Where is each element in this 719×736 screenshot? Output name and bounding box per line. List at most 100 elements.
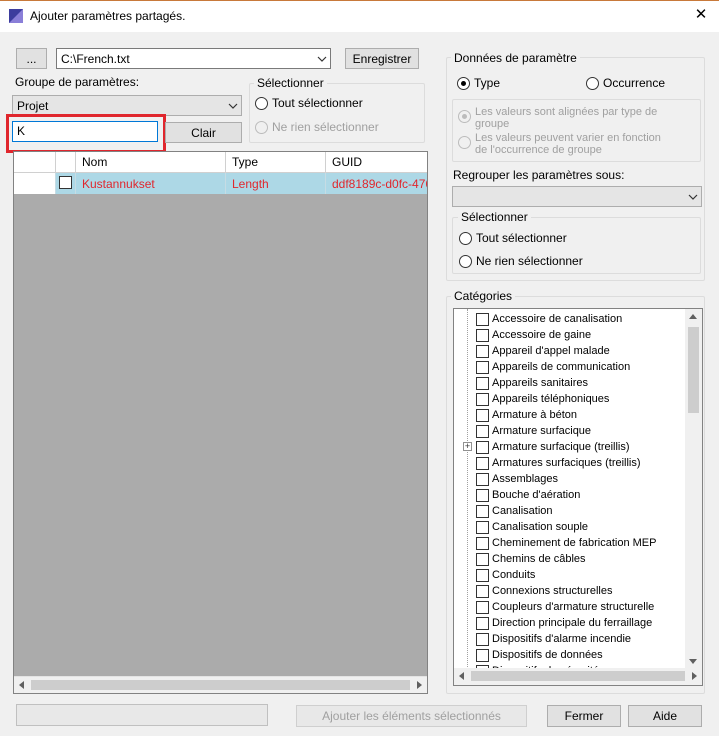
- occurrence-radio[interactable]: Occurrence: [586, 76, 665, 90]
- checkbox[interactable]: [476, 632, 489, 646]
- category-item[interactable]: Chemins de câbles: [476, 551, 586, 567]
- column-header-name[interactable]: Nom: [76, 152, 226, 172]
- checkbox[interactable]: [476, 376, 489, 390]
- help-button[interactable]: Aide: [628, 705, 702, 727]
- category-item[interactable]: Bouche d'aération: [476, 487, 580, 503]
- categories-list[interactable]: Accessoire de canalisation Accessoire de …: [453, 308, 703, 686]
- category-item[interactable]: Canalisation: [476, 503, 553, 519]
- checkbox[interactable]: [476, 648, 489, 662]
- select-none-right-radio[interactable]: Ne rien sélectionner: [459, 254, 583, 268]
- scroll-up-icon[interactable]: [689, 314, 697, 319]
- category-item[interactable]: Accessoire de canalisation: [476, 311, 622, 327]
- vary-by-occurrence-radio[interactable]: Les valeurs peuvent varier en fonction de…: [458, 132, 661, 156]
- param-group-combo[interactable]: Projet: [12, 95, 242, 116]
- scroll-left-icon[interactable]: [19, 681, 24, 689]
- scroll-right-icon[interactable]: [417, 681, 422, 689]
- search-input[interactable]: K: [12, 121, 158, 142]
- checkbox[interactable]: [476, 504, 489, 518]
- checkbox[interactable]: [476, 312, 489, 326]
- grid-header: Nom Type GUID: [14, 152, 427, 173]
- category-item[interactable]: Accessoire de gaine: [476, 327, 591, 343]
- category-item[interactable]: Direction principale du ferraillage: [476, 615, 652, 631]
- radio-icon: [586, 76, 599, 90]
- category-item[interactable]: Dispositifs d'alarme incendie: [476, 631, 631, 647]
- scroll-left-icon[interactable]: [459, 672, 464, 680]
- category-item[interactable]: Armatures surfaciques (treillis): [476, 455, 641, 471]
- checkbox[interactable]: [476, 600, 489, 614]
- close-button[interactable]: Fermer: [547, 705, 621, 727]
- checkbox[interactable]: [476, 456, 489, 470]
- type-radio[interactable]: Type: [457, 76, 500, 90]
- scroll-right-icon[interactable]: [692, 672, 697, 680]
- category-item[interactable]: Appareils téléphoniques: [476, 391, 609, 407]
- scrollbar-thumb[interactable]: [471, 671, 685, 681]
- row-header[interactable]: [14, 173, 56, 194]
- app-icon: [9, 9, 23, 23]
- scrollbar-thumb[interactable]: [688, 327, 699, 413]
- checkbox[interactable]: [59, 176, 72, 189]
- category-item[interactable]: Armature surfacique (treillis): [476, 439, 630, 455]
- category-label: Assemblages: [492, 473, 559, 485]
- file-path-combo[interactable]: C:\French.txt: [56, 48, 331, 69]
- select-all-right-radio[interactable]: Tout sélectionner: [459, 231, 567, 245]
- checkbox[interactable]: [476, 536, 489, 550]
- checkbox[interactable]: [476, 472, 489, 486]
- param-group-value: Projet: [17, 98, 49, 113]
- parameters-grid[interactable]: Nom Type GUID Kustannukset Length ddf818…: [13, 151, 428, 694]
- category-item[interactable]: Conduits: [476, 567, 535, 583]
- column-header-guid[interactable]: GUID: [326, 152, 427, 172]
- category-label: Appareils sanitaires: [492, 377, 588, 389]
- browse-button[interactable]: ...: [16, 48, 47, 69]
- checkbox[interactable]: [476, 328, 489, 342]
- checkbox[interactable]: [476, 552, 489, 566]
- categories-vertical-scrollbar[interactable]: [685, 309, 702, 669]
- checkbox[interactable]: [476, 408, 489, 422]
- group-under-combo[interactable]: [452, 186, 702, 207]
- category-item[interactable]: Connexions structurelles: [476, 583, 612, 599]
- category-label: Canalisation souple: [492, 521, 589, 533]
- category-item[interactable]: Cheminement de fabrication MEP: [476, 535, 656, 551]
- checkbox[interactable]: [476, 616, 489, 630]
- select-none-left-radio[interactable]: Ne rien sélectionner: [255, 120, 379, 134]
- aligned-by-type-radio[interactable]: Les valeurs sont alignées par type de gro…: [458, 106, 657, 130]
- category-item[interactable]: Appareils sanitaires: [476, 375, 588, 391]
- category-label: Dispositifs de données: [492, 649, 603, 661]
- checkbox[interactable]: [476, 440, 489, 454]
- category-label: Coupleurs d'armature structurelle: [492, 601, 655, 613]
- scrollbar-thumb[interactable]: [31, 680, 410, 690]
- category-item[interactable]: Armature surfacique: [476, 423, 591, 439]
- checkbox[interactable]: [476, 520, 489, 534]
- checkbox[interactable]: [476, 360, 489, 374]
- scroll-down-icon[interactable]: [689, 659, 697, 664]
- category-item[interactable]: Armature à béton: [476, 407, 577, 423]
- category-item[interactable]: Appareil d'appel malade: [476, 343, 610, 359]
- category-item[interactable]: Assemblages: [476, 471, 558, 487]
- checkbox[interactable]: [476, 488, 489, 502]
- row-checkbox-cell[interactable]: [56, 173, 76, 194]
- vary-text: Les valeurs peuvent varier en fonction de…: [475, 132, 661, 156]
- add-selected-button[interactable]: Ajouter les éléments sélectionnés: [296, 705, 527, 727]
- save-button[interactable]: Enregistrer: [345, 48, 419, 69]
- grid-horizontal-scrollbar[interactable]: [14, 676, 427, 693]
- category-label: Direction principale du ferraillage: [492, 617, 653, 629]
- clear-button[interactable]: Clair: [165, 122, 242, 143]
- chevron-down-icon: [688, 194, 698, 200]
- column-header-type[interactable]: Type: [226, 152, 326, 172]
- select-all-left-radio[interactable]: Tout sélectionner: [255, 96, 363, 110]
- checkbox[interactable]: [476, 392, 489, 406]
- expand-icon[interactable]: +: [463, 442, 472, 451]
- chevron-down-icon: [317, 56, 327, 62]
- checkbox[interactable]: [476, 424, 489, 438]
- checkbox[interactable]: [476, 584, 489, 598]
- category-item[interactable]: Appareils de communication: [476, 359, 630, 375]
- checkbox[interactable]: [476, 344, 489, 358]
- category-item[interactable]: Coupleurs d'armature structurelle: [476, 599, 654, 615]
- category-label: Armatures surfaciques (treillis): [492, 457, 641, 469]
- table-row[interactable]: Kustannukset Length ddf8189c-d0fc-4764-: [14, 173, 427, 194]
- categories-horizontal-scrollbar[interactable]: [454, 668, 702, 685]
- category-item[interactable]: Canalisation souple: [476, 519, 588, 535]
- checkbox[interactable]: [476, 568, 489, 582]
- category-label: Accessoire de canalisation: [492, 313, 623, 325]
- category-item[interactable]: Dispositifs de données: [476, 647, 603, 663]
- close-window-icon[interactable]: ✕: [690, 6, 712, 24]
